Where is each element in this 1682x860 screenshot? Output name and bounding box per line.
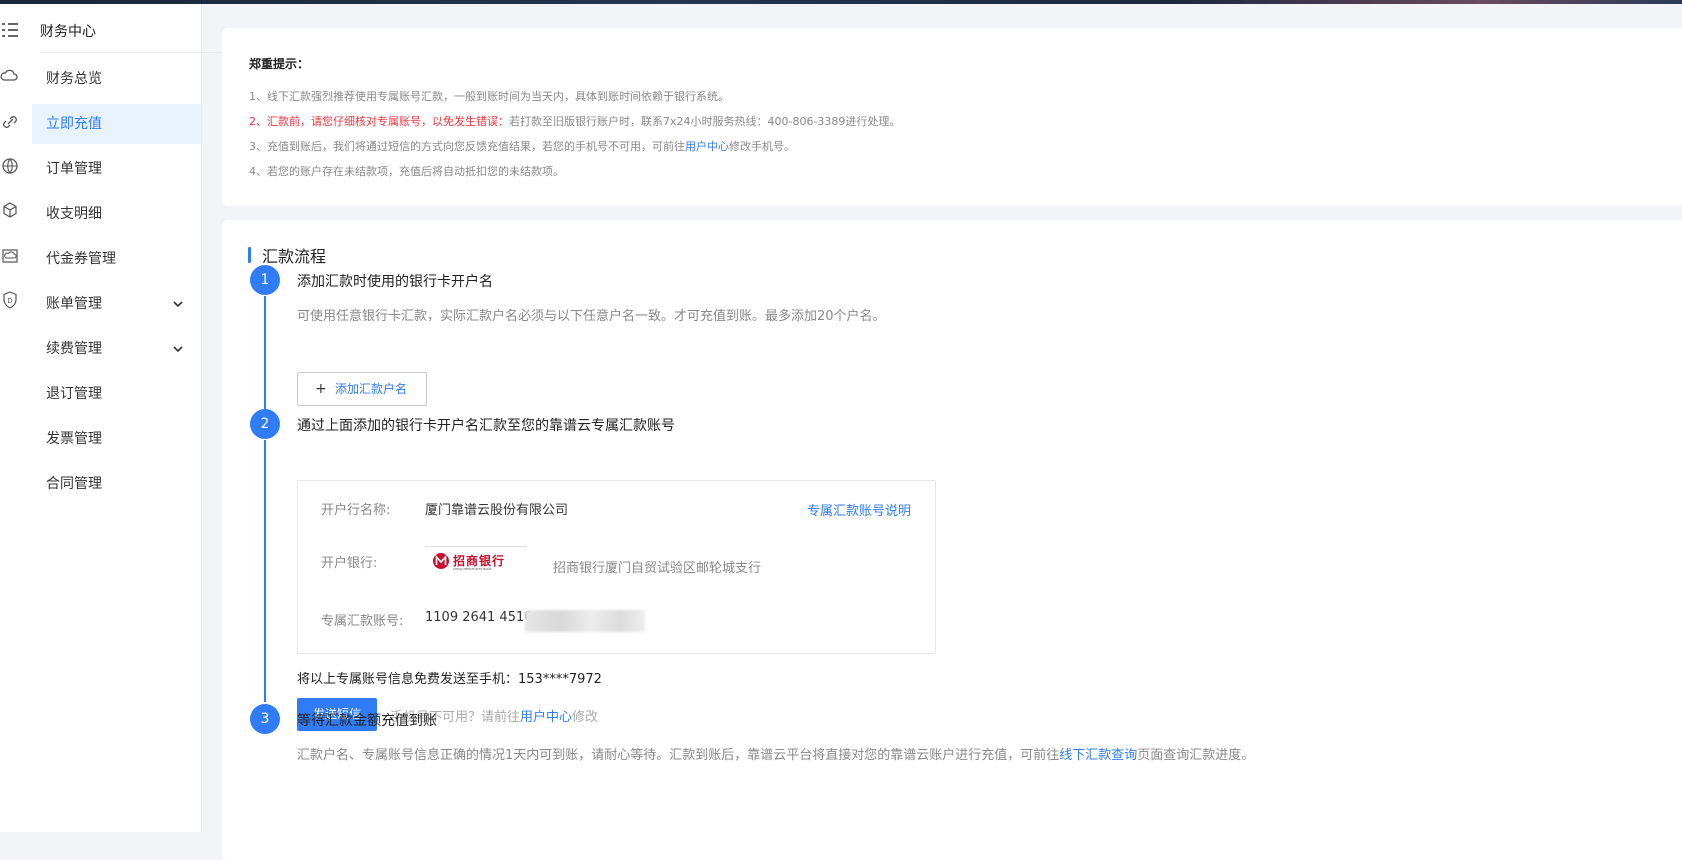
sidebar-item-overview[interactable]: 财务总览: [32, 59, 201, 99]
sidebar-item-bills[interactable]: 账单管理: [32, 284, 201, 324]
notice-line-3-pre: 3、充值到账后，我们将通过短信的方式向您反馈充值结果，若您的手机号不可用，可前往: [249, 140, 685, 153]
icon-rail: D: [0, 4, 33, 832]
section-accent-bar: [248, 247, 251, 263]
step-1-desc: 可使用任意银行卡汇款，实际汇款户名必须与以下任意户名一致。才可充值到账。最多添加…: [297, 309, 886, 324]
add-remitter-name-label: 添加汇款户名: [335, 382, 408, 396]
add-remitter-name-button[interactable]: + 添加汇款户名: [297, 372, 427, 406]
account-explain-link[interactable]: 专属汇款账号说明: [807, 500, 911, 519]
svg-text:D: D: [7, 297, 12, 305]
sidebar-item-label: 续费管理: [46, 341, 102, 357]
chevron-down-icon: [173, 301, 183, 308]
user-center-link[interactable]: 用户中心: [685, 140, 729, 153]
plus-icon: +: [315, 381, 327, 397]
notice-line-3: 3、充值到账后，我们将通过短信的方式向您反馈充值结果，若您的手机号不可用，可前往…: [249, 138, 795, 154]
notice-line-2-rest: 若打款至旧版银行账户时，联系7x24小时服务热线：400-806-3389进行处…: [509, 115, 901, 128]
bank-logo-subtext: CHINA MERCHANTS BANK: [453, 567, 492, 571]
link-icon[interactable]: [0, 112, 20, 132]
sidebar-item-vouchers[interactable]: 代金券管理: [32, 239, 201, 279]
step-2-badge: 2: [250, 409, 280, 439]
sidebar-item-transactions[interactable]: 收支明细: [32, 194, 201, 234]
cloud-drive-icon[interactable]: [0, 246, 20, 266]
notice-line-3-post: 修改手机号。: [729, 140, 795, 153]
sms-hint-post: 修改: [572, 710, 599, 725]
step-2-title: 通过上面添加的银行卡开户名汇款至您的靠谱云专属汇款账号: [297, 418, 675, 434]
user-center-link[interactable]: 用户中心: [520, 710, 572, 725]
section-title: 汇款流程: [262, 247, 327, 266]
notice-warning-text: 2、汇款前，请您仔细核对专属账号，以免发生错误：: [249, 115, 509, 128]
sidebar-item-unsubscribe[interactable]: 退订管理: [32, 374, 201, 414]
step-1-title: 添加汇款时使用的银行卡开户名: [297, 274, 493, 290]
notice-line-1: 1、线下汇款强烈推荐使用专属账号汇款，一般到账时间为当天内，具体到账时间依赖于银…: [249, 90, 729, 103]
notice-line-4: 4、若您的账户存在未结款项，充值后将自动抵扣您的未结款项。: [249, 165, 564, 178]
chevron-down-icon: [173, 346, 183, 353]
sidebar-item-label: 收支明细: [46, 206, 102, 222]
step-3-badge: 3: [250, 704, 280, 734]
sidebar-item-renewal[interactable]: 续费管理: [32, 329, 201, 369]
sidebar-item-label: 代金券管理: [46, 251, 116, 267]
shield-icon[interactable]: D: [0, 290, 20, 310]
cube-icon[interactable]: [0, 200, 20, 220]
bank-label: 开户银行:: [321, 556, 378, 571]
account-number-redaction: [525, 610, 645, 632]
sidebar-menu: 财务中心 财务总览 立即充值 订单管理 收支明细 代金券管理 账单管理 续费管理…: [32, 4, 227, 832]
remittance-flow-card: 汇款流程 1 添加汇款时使用的银行卡开户名 可使用任意银行卡汇款，实际汇款户名必…: [222, 220, 1682, 860]
notice-title: 郑重提示：: [249, 57, 310, 71]
menu-icon[interactable]: [0, 20, 20, 40]
account-number-value: 1109 2641 4510: [425, 610, 533, 625]
bank-logo: 招商银行 CHINA MERCHANTS BANK: [425, 546, 527, 575]
sidebar-item-label: 发票管理: [46, 431, 102, 447]
notice-line-2: 2、汇款前，请您仔细核对专属账号，以免发生错误：若打款至旧版银行账户时，联系7x…: [249, 113, 900, 129]
account-number-label: 专属汇款账号:: [321, 614, 404, 629]
step-1-badge: 1: [250, 265, 280, 295]
step-3-desc: 汇款户名、专属账号信息正确的情况1天内可到账，请耐心等待。汇款到账后，靠谱云平台…: [297, 744, 1254, 763]
bank-account-info: 开户行名称: 厦门靠谱云股份有限公司 专属汇款账号说明 开户银行: 招商银行 C…: [297, 480, 936, 654]
sidebar-item-invoices[interactable]: 发票管理: [32, 419, 201, 459]
sidebar-item-label: 账单管理: [46, 296, 102, 312]
bank-branch-name: 招商银行厦门自贸试验区邮轮城支行: [553, 561, 762, 576]
sms-info-text: 将以上专属账号信息免费发送至手机：153****7972: [297, 672, 602, 687]
top-accent-bar: [0, 0, 1682, 4]
globe-icon[interactable]: [0, 156, 20, 176]
offline-remittance-query-link[interactable]: 线下汇款查询: [1059, 748, 1137, 763]
notice-card: 郑重提示： 1、线下汇款强烈推荐使用专属账号汇款，一般到账时间为当天内，具体到账…: [222, 28, 1682, 206]
sidebar-item-label: 立即充值: [46, 116, 102, 132]
cloud-icon[interactable]: [0, 66, 20, 86]
sidebar-item-recharge[interactable]: 立即充值: [32, 104, 201, 144]
step-3-title: 等待汇款金额充值到账: [297, 713, 437, 729]
menu-title: 财务中心: [40, 24, 96, 40]
sidebar-item-label: 合同管理: [46, 476, 102, 492]
step-1-connector: [264, 296, 266, 418]
step-3-desc-pre: 汇款户名、专属账号信息正确的情况1天内可到账，请耐心等待。汇款到账后，靠谱云平台…: [297, 748, 1060, 763]
step-3-desc-post: 页面查询汇款进度。: [1137, 748, 1255, 763]
sidebar-item-label: 订单管理: [46, 161, 102, 177]
sidebar-item-label: 退订管理: [46, 386, 102, 402]
sidebar-item-orders[interactable]: 订单管理: [32, 149, 201, 189]
menu-divider: [40, 52, 227, 53]
account-name-label: 开户行名称:: [321, 503, 391, 518]
sidebar-item-label: 财务总览: [46, 71, 102, 87]
step-2-connector: [264, 440, 266, 702]
sidebar-item-contracts[interactable]: 合同管理: [32, 464, 201, 504]
account-name-value: 厦门靠谱云股份有限公司: [425, 503, 569, 518]
